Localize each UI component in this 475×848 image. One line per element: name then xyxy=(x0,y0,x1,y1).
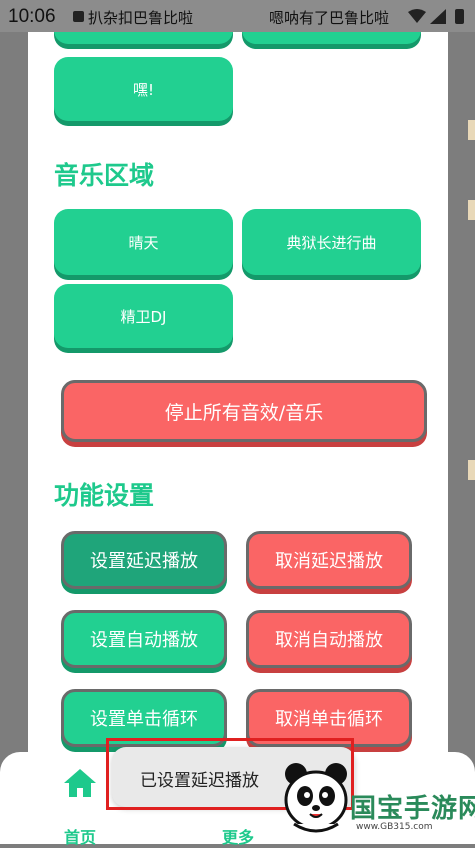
wifi-icon xyxy=(408,9,426,23)
music-button-warden-march[interactable]: 典狱长进行曲 xyxy=(242,209,421,275)
watermark-url: www.GB315.com xyxy=(356,822,433,832)
signal-icon xyxy=(430,9,446,24)
panda-logo-icon xyxy=(284,763,348,833)
home-icon xyxy=(64,769,96,797)
background-edge xyxy=(468,120,475,140)
music-button-sunny[interactable]: 晴天 xyxy=(54,209,233,275)
background-edge xyxy=(468,460,475,480)
set-delay-play-button[interactable]: 设置延迟播放 xyxy=(61,531,227,589)
status-notification-text: 嗯呐有了巴鲁比啦 xyxy=(269,9,390,27)
status-bar: 10:06 扒杂扣巴鲁比啦 嗯呐有了巴鲁比啦 xyxy=(0,0,475,32)
cancel-delay-play-button[interactable]: 取消延迟播放 xyxy=(246,531,412,589)
status-time: 10:06 xyxy=(8,6,56,27)
nav-more-label: 更多 xyxy=(221,828,254,847)
background-edge xyxy=(468,200,475,220)
nav-home-tab[interactable]: 首页 xyxy=(50,768,110,847)
set-auto-play-button[interactable]: 设置自动播放 xyxy=(61,610,227,668)
nav-home-label: 首页 xyxy=(63,828,96,847)
function-section-title: 功能设置 xyxy=(54,481,155,510)
stop-all-button[interactable]: 停止所有音效/音乐 xyxy=(61,380,427,442)
status-notification-text: 扒杂扣巴鲁比啦 xyxy=(88,9,194,27)
site-watermark: 国宝手游网 www.GB315.com xyxy=(280,758,475,844)
sound-button-hey[interactable]: 嘿! xyxy=(54,57,233,121)
watermark-title: 国宝手游网 xyxy=(350,794,475,824)
music-button-jingwei-dj[interactable]: 精卫DJ xyxy=(54,284,233,348)
app-notification-icon xyxy=(73,11,84,22)
music-section-title: 音乐区域 xyxy=(54,161,155,190)
cancel-auto-play-button[interactable]: 取消自动播放 xyxy=(246,610,412,668)
battery-icon xyxy=(455,9,464,24)
